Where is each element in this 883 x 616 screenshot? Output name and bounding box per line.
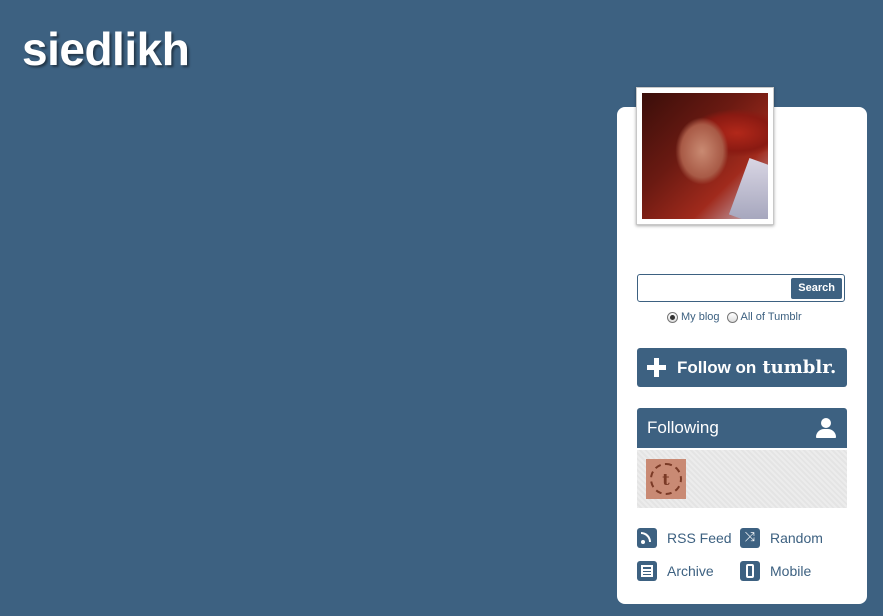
follow-button[interactable]: Follow on tumblr. <box>637 348 847 387</box>
all-tumblr-label[interactable]: All of Tumblr <box>741 311 802 323</box>
follow-label: Follow on <box>677 357 757 377</box>
all-tumblr-radio[interactable] <box>726 311 738 323</box>
person-icon <box>816 418 836 438</box>
tumblr-brand: tumblr. <box>762 357 837 378</box>
search-input[interactable] <box>640 277 794 301</box>
tumblr-seal-icon: t <box>650 463 682 495</box>
my-blog-label[interactable]: My blog <box>681 311 720 323</box>
rss-feed-label: RSS Feed <box>667 530 732 546</box>
followed-blog-avatar[interactable]: t <box>646 459 686 499</box>
search-button[interactable]: Search <box>791 278 842 299</box>
following-title: Following <box>647 418 719 437</box>
plus-icon <box>647 358 666 377</box>
search-scope: My blog All of Tumblr <box>667 311 802 323</box>
following-list: t <box>637 450 847 508</box>
rss-icon <box>637 528 657 548</box>
shuffle-icon: ⤨ <box>740 528 760 548</box>
avatar[interactable] <box>636 87 774 225</box>
archive-link[interactable]: Archive <box>637 561 714 581</box>
random-label: Random <box>770 530 823 546</box>
mobile-icon <box>740 561 760 581</box>
rss-feed-link[interactable]: RSS Feed <box>637 528 732 548</box>
mobile-label: Mobile <box>770 563 812 579</box>
avatar-image <box>642 93 768 219</box>
random-link[interactable]: ⤨ Random <box>740 528 823 548</box>
archive-icon <box>637 561 657 581</box>
archive-label: Archive <box>667 563 714 579</box>
my-blog-radio[interactable] <box>667 311 678 323</box>
blog-title[interactable]: siedlikh <box>22 22 190 76</box>
mobile-link[interactable]: Mobile <box>740 561 811 581</box>
following-header: Following <box>637 408 847 448</box>
search-form: Search <box>637 274 845 302</box>
